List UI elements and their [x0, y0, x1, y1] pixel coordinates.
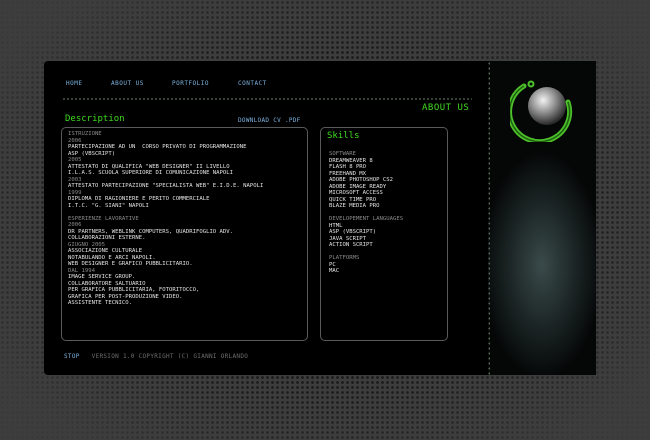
footer: STOP VERSION 1.0 COPYRIGHT (C) GIANNI ORL…	[64, 353, 248, 360]
description-line: PARTECIPAZIONE AD UN CORSO PRIVATO DI PR…	[68, 144, 247, 150]
stop-button[interactable]: STOP	[64, 353, 80, 360]
description-line: ATTESTATO PARTECIPAZIONE "SPECIALISTA WE…	[68, 183, 264, 189]
nav-contact[interactable]: CONTACT	[238, 80, 267, 87]
description-content: ISTRUZIONE 2006 PARTECIPAZIONE AD UN CORSO…	[68, 131, 263, 307]
nav-portfolio[interactable]: PORTFOLIO	[172, 80, 209, 87]
skills-line: ADOBE PHOTOSHOP CS2	[329, 177, 393, 183]
nav-home[interactable]: HOME	[66, 80, 82, 87]
skills-title: Skills	[327, 131, 360, 141]
skills-heading: DEVELOPEMENT LANGUAGES	[329, 216, 404, 222]
sphere-orbit-logo-icon	[510, 80, 573, 142]
download-cv-link[interactable]: DOWNLOAD CV .PDF	[238, 117, 301, 124]
skills-content: SOFTWARE DREAMWEAVER 8 FLASH 8 PRO FREEHAND…	[329, 151, 403, 275]
description-line: ASSISTENTE TECNICO.	[68, 300, 132, 306]
skills-line: MAC	[329, 268, 340, 274]
description-title: Description	[65, 114, 125, 124]
copyright-text: VERSION 1.0 COPYRIGHT (C) GIANNI ORLANDO	[91, 353, 249, 360]
nav-about-us[interactable]: ABOUT US	[111, 80, 144, 87]
nav-divider	[62, 98, 472, 100]
section-title: ABOUT US	[422, 103, 470, 113]
